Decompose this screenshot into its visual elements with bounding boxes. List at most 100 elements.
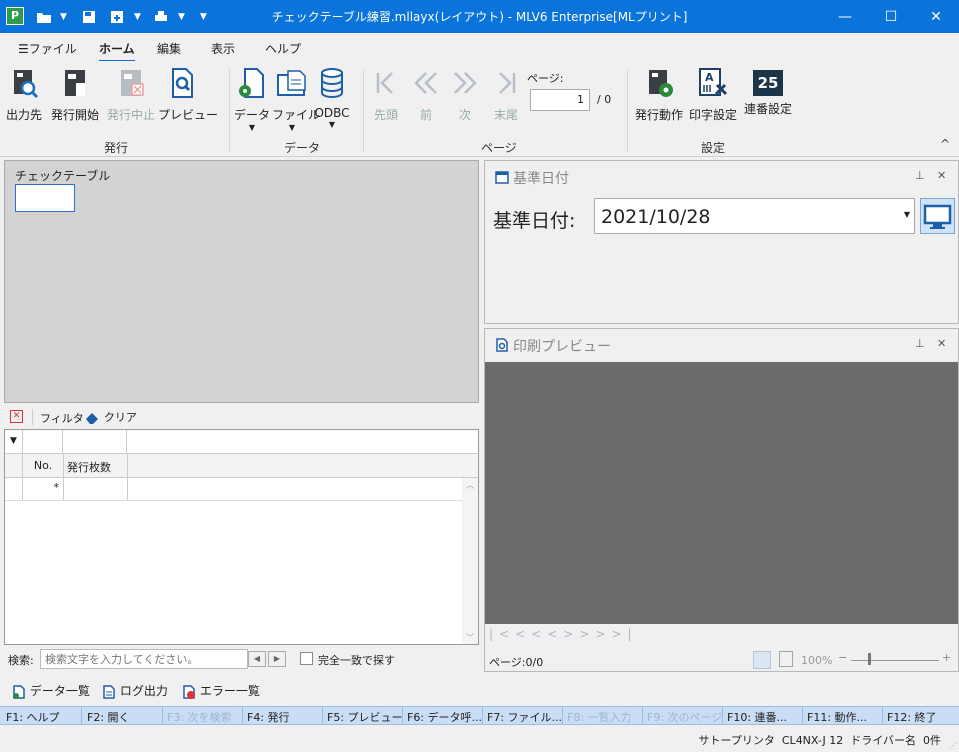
display-button[interactable] [920, 198, 955, 234]
new-row[interactable]: * [5, 478, 462, 501]
search-next-button[interactable]: ▶ [268, 651, 286, 667]
separator [32, 409, 33, 425]
filter-button[interactable]: フィルタ [40, 410, 84, 426]
column-header-count[interactable]: 発行枚数 [67, 459, 111, 475]
function-key-bar: F1: ヘルプ F2: 開く F3: 次を検索 F4: 発行 F5: プレビュー… [0, 706, 959, 725]
collapse-ribbon-button[interactable]: ^ [940, 137, 950, 151]
preview-first-icon[interactable]: |< [489, 627, 515, 641]
last-page-button[interactable]: 末尾 [488, 67, 524, 123]
group-issue-label: 発行 [104, 141, 129, 155]
row-header-corner [5, 454, 23, 477]
preview-button[interactable]: プレビュー [158, 67, 218, 123]
print-settings-icon: A [699, 68, 728, 96]
odbc-dropdown-button[interactable]: ODBC ▼ [314, 67, 350, 129]
separator [363, 69, 364, 151]
fkey-f3[interactable]: F3: 次を検索 [167, 709, 232, 725]
zoom-in-icon[interactable]: + [942, 651, 951, 664]
serial-settings-button[interactable]: 25 連番設定 [742, 67, 794, 117]
title-bar: P ▼ ▼ ▼ ▼ チェックテーブル練習.mllayx(レイアウト) - MLV… [0, 0, 959, 33]
new-row-marker: * [53, 481, 60, 494]
fkey-f12[interactable]: F12: 終了 [887, 709, 937, 725]
tab-home[interactable]: ホーム [99, 40, 135, 62]
search-input[interactable] [40, 649, 248, 669]
tab-view[interactable]: 表示 [211, 40, 235, 57]
filter-cell-count[interactable] [63, 430, 127, 453]
search-prev-button[interactable]: ◀ [248, 651, 266, 667]
vertical-scrollbar[interactable]: ︿ ﹀ [462, 478, 478, 644]
close-pane-icon[interactable]: ✕ [937, 337, 946, 350]
scroll-up-icon[interactable]: ︿ [462, 478, 478, 491]
ribbon: 出力先 発行開始 発行中止 プレビュー 発行 データ ▼ ファイル ▼ ODBC… [0, 61, 959, 157]
log-output-label: ログ出力 [119, 684, 168, 698]
group-settings-label: 設定 [701, 141, 726, 155]
chevron-down-icon: ▼ [248, 123, 256, 132]
tab-help[interactable]: ヘルプ [265, 40, 301, 57]
resize-grip-icon[interactable]: ⋰ [949, 741, 957, 750]
preview-last-icon[interactable]: >| [611, 627, 637, 641]
scroll-down-icon[interactable]: ﹀ [462, 631, 478, 644]
zoom-slider[interactable] [851, 660, 939, 661]
svg-text:A: A [705, 71, 714, 84]
output-dest-button[interactable]: 出力先 [4, 67, 44, 123]
data-list-link[interactable]: データ一覧 [12, 682, 90, 699]
exact-match-checkbox[interactable] [300, 652, 313, 665]
maximize-button[interactable]: ☐ [868, 0, 914, 33]
column-header-no[interactable]: No. [23, 459, 63, 472]
next-page-button[interactable]: 次 [447, 67, 483, 123]
log-output-link[interactable]: ログ出力 [102, 682, 168, 699]
fkey-f8[interactable]: F8: 一覧入力 [567, 709, 632, 725]
fkey-f6[interactable]: F6: データ呼... [407, 709, 482, 725]
fkey-f10[interactable]: F10: 連番... [727, 709, 787, 725]
preview-next-icon[interactable]: >> [579, 627, 611, 641]
zoom-slider-thumb[interactable] [868, 653, 871, 665]
print-settings-button[interactable]: A 印字設定 [688, 67, 738, 123]
check-table-box[interactable] [15, 184, 75, 212]
prev-page-button[interactable]: 前 [408, 67, 444, 123]
next-page-label: 次 [458, 108, 471, 122]
issue-action-button[interactable]: 発行動作 [632, 67, 686, 123]
base-date-picker[interactable]: 2021/10/28 ▼ [594, 198, 915, 234]
fkey-f4[interactable]: F4: 発行 [247, 709, 290, 725]
tab-edit[interactable]: 編集 [157, 40, 181, 57]
database-icon [321, 68, 343, 99]
data-dropdown-button[interactable]: データ ▼ [234, 67, 270, 132]
preview-prev-icon[interactable]: << [515, 627, 547, 641]
preview-forward-icon[interactable]: > [563, 627, 579, 641]
fkey-f9[interactable]: F9: 次のページ [647, 709, 722, 725]
zoom-out-icon[interactable]: − [838, 651, 847, 664]
double-chevron-left-icon [414, 72, 437, 94]
issue-action-label: 発行動作 [634, 108, 683, 122]
menu-file[interactable]: ☰ファイル [18, 40, 77, 57]
page-number-input[interactable]: 1 [530, 89, 590, 111]
zoom-level: 100% [801, 654, 833, 667]
grid-view-icon[interactable] [753, 651, 771, 669]
preview-canvas[interactable] [485, 362, 958, 624]
group-data-label: データ [284, 141, 321, 155]
page-view-icon[interactable] [779, 651, 793, 667]
error-list-link[interactable]: エラー一覧 [182, 682, 260, 699]
clear-filter-button[interactable]: クリア [84, 409, 137, 425]
separator [722, 707, 723, 725]
fkey-f11[interactable]: F11: 動作... [807, 709, 867, 725]
fkey-f1[interactable]: F1: ヘルプ [6, 709, 60, 725]
close-pane-icon[interactable]: ✕ [937, 169, 946, 182]
fkey-f5[interactable]: F5: プレビュー [327, 709, 403, 725]
stop-issue-button[interactable]: 発行中止 [104, 67, 158, 123]
close-filter-icon[interactable]: ✕ [10, 410, 23, 423]
first-page-button[interactable]: 先頭 [368, 67, 404, 123]
file-dropdown-button[interactable]: ファイル ▼ [272, 67, 320, 132]
close-button[interactable]: ✕ [913, 0, 959, 33]
preview-back-icon[interactable]: < [547, 627, 563, 641]
fkey-f7[interactable]: F7: ファイル... [487, 709, 562, 725]
fkey-f2[interactable]: F2: 開く [87, 709, 130, 725]
separator [229, 69, 230, 151]
output-dest-label: 出力先 [5, 108, 42, 122]
pin-icon[interactable]: ⊥ [915, 169, 925, 182]
separator [63, 478, 64, 500]
minimize-button[interactable]: — [822, 0, 868, 33]
pin-icon[interactable]: ⊥ [915, 337, 925, 350]
first-page-icon [376, 72, 393, 94]
start-issue-button[interactable]: 発行開始 [48, 67, 102, 123]
filter-cell-no[interactable] [23, 430, 63, 453]
start-issue-label: 発行開始 [50, 108, 99, 122]
